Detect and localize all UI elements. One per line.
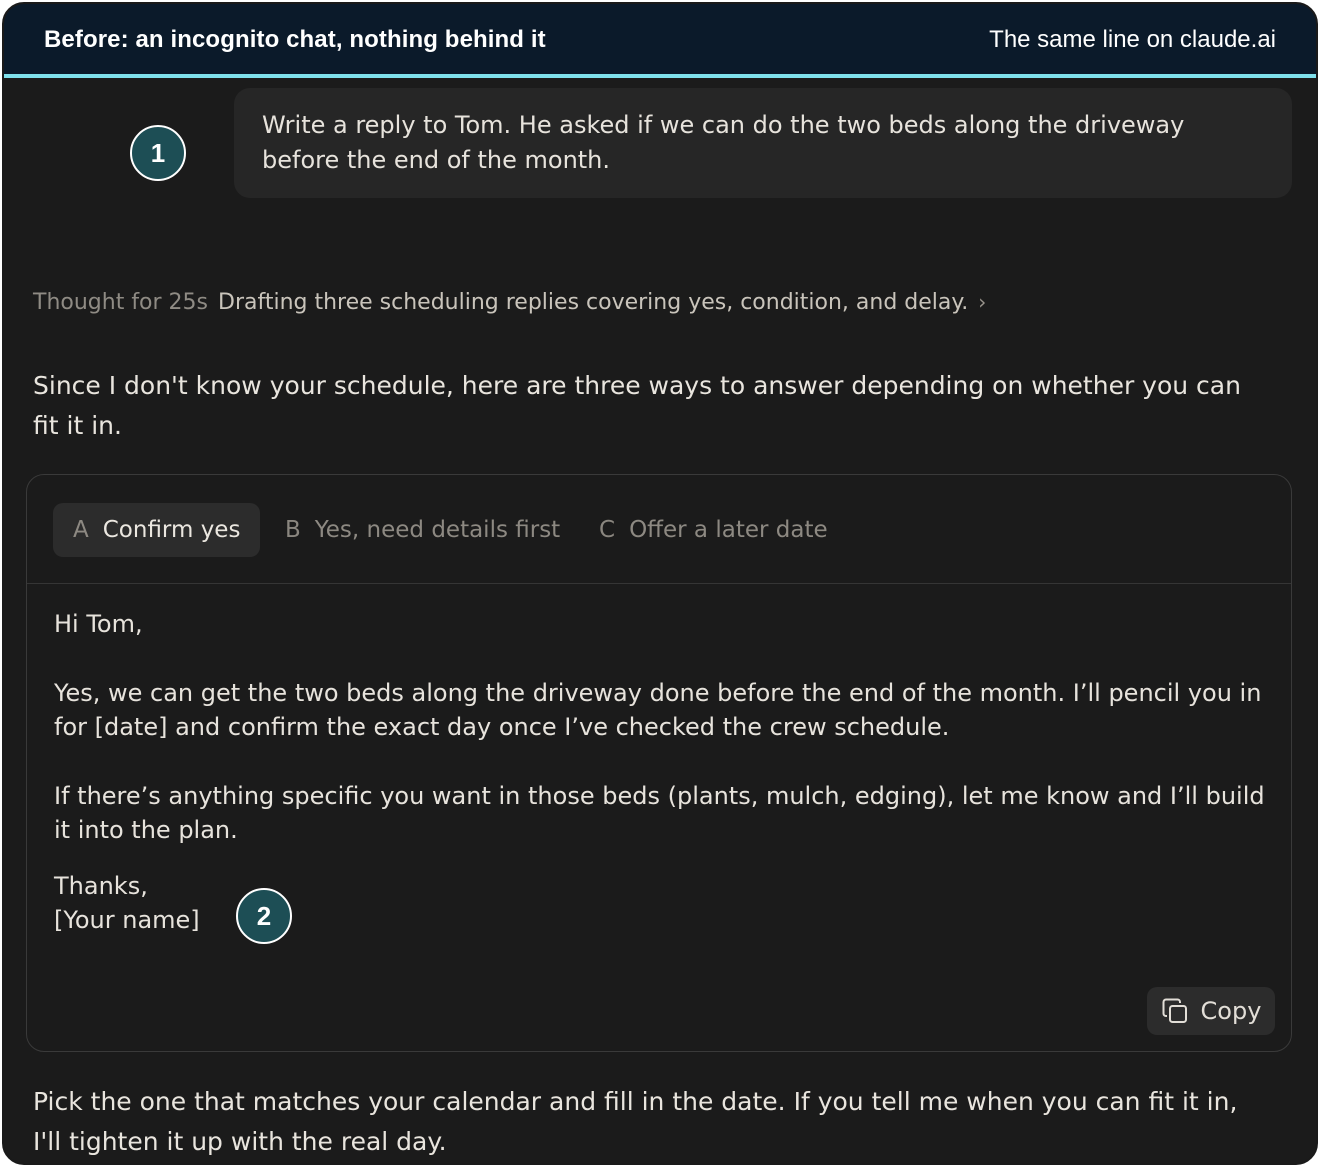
screenshot-frame: Before: an incognito chat, nothing behin… — [2, 2, 1318, 1165]
tab-label: Confirm yes — [102, 517, 241, 543]
user-message-bubble: Write a reply to Tom. He asked if we can… — [234, 88, 1292, 198]
tab-confirm-yes[interactable]: A Confirm yes — [53, 503, 261, 557]
tab-label: Yes, need details first — [314, 517, 561, 543]
tab-offer-later-date[interactable]: C Offer a later date — [579, 503, 848, 557]
thinking-duration-label: Thought for 25s — [33, 290, 209, 315]
annotation-badge-1: 1 — [130, 125, 186, 181]
draft-signoff: Thanks, — [54, 871, 148, 900]
header-left-title: Before: an incognito chat, nothing behin… — [44, 26, 546, 53]
thinking-summary-text: Drafting three scheduling replies coveri… — [218, 290, 969, 315]
user-message-text: Write a reply to Tom. He asked if we can… — [262, 111, 1185, 174]
annotation-badge-2: 2 — [236, 888, 292, 944]
draft-paragraph-1: Yes, we can get the two beds along the d… — [54, 678, 1262, 742]
tab-label: Offer a later date — [629, 517, 828, 543]
reply-options-tabs: A Confirm yes B Yes, need details first … — [27, 475, 1291, 584]
tab-letter: C — [599, 517, 616, 543]
tab-letter: B — [285, 517, 301, 543]
copy-icon — [1162, 998, 1187, 1023]
reply-options-card: A Confirm yes B Yes, need details first … — [26, 474, 1292, 1052]
chevron-right-icon: › — [978, 290, 987, 314]
assistant-outro-text: Pick the one that matches your calendar … — [33, 1087, 1238, 1156]
draft-reply-body: Hi Tom, Yes, we can get the two beds alo… — [54, 607, 1269, 938]
header-right-title: The same line on claude.ai — [989, 26, 1276, 53]
comparison-header: Before: an incognito chat, nothing behin… — [4, 4, 1316, 78]
thinking-summary-row[interactable]: Thought for 25s Drafting three scheduling… — [33, 290, 986, 315]
copy-button-label: Copy — [1200, 997, 1262, 1025]
tab-yes-need-details[interactable]: B Yes, need details first — [265, 503, 580, 557]
assistant-intro-text: Since I don't know your schedule, here a… — [33, 371, 1241, 440]
copy-button[interactable]: Copy — [1147, 987, 1275, 1035]
tab-letter: A — [73, 517, 89, 543]
draft-greeting: Hi Tom, — [54, 610, 143, 638]
draft-paragraph-2: If there’s anything specific you want in… — [54, 781, 1265, 845]
